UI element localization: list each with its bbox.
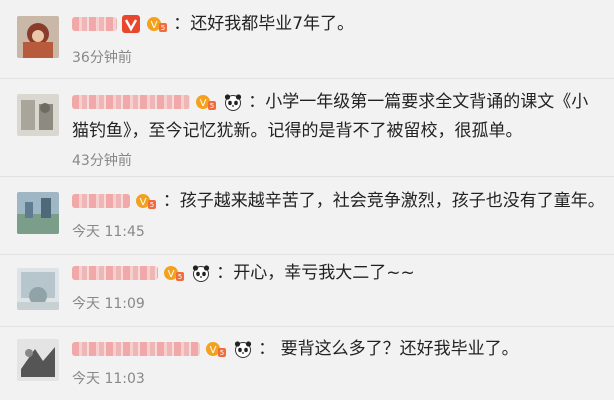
- svg-text:5: 5: [220, 349, 224, 357]
- svg-text:5: 5: [210, 102, 214, 110]
- comment-item: V5 ：小学一年级第一篇要求全文背诵的课文《小猫钓鱼》，至今记忆犹新。记得的是背…: [0, 79, 614, 177]
- username-blurred[interactable]: [72, 342, 200, 356]
- panda-icon: [233, 340, 253, 358]
- comment-text: ：还好我都毕业7年了。: [173, 14, 355, 34]
- vip-level-icon: V5: [205, 339, 227, 359]
- vip-level-icon: V5: [195, 92, 217, 112]
- avatar[interactable]: [17, 192, 59, 234]
- vip-level-icon: V5: [135, 191, 157, 211]
- avatar[interactable]: [17, 94, 59, 136]
- username-blurred[interactable]: [72, 95, 190, 109]
- comment-item: V5 ：还好我都毕业7年了。 36分钟前: [0, 0, 614, 79]
- avatar-image: [17, 268, 59, 310]
- timestamp: 今天 11:09: [72, 296, 145, 312]
- vip-level-icon: V5: [163, 263, 185, 283]
- avatar-image: [17, 192, 59, 234]
- svg-text:5: 5: [150, 201, 154, 209]
- comment-item: V5 ：孩子越来越辛苦了，社会竞争激烈，孩子也没有了童年。 今天 11:45: [0, 177, 614, 255]
- avatar-image: [17, 94, 59, 136]
- username-blurred[interactable]: [72, 194, 130, 208]
- comment-list: V5 ：还好我都毕业7年了。 36分钟前 V5 ：小学一年级第一篇要求全文背诵的…: [0, 0, 614, 400]
- timestamp: 43分钟前: [72, 153, 132, 169]
- vip-level-icon: V5: [146, 14, 168, 34]
- panda-icon: [191, 264, 211, 282]
- svg-text:V: V: [150, 20, 157, 31]
- timestamp: 今天 11:03: [72, 371, 145, 387]
- svg-text:5: 5: [178, 273, 182, 281]
- avatar-image: [17, 339, 59, 381]
- comment-item: V5 ： 要背这么多了？还好我毕业了。 今天 11:03: [0, 327, 614, 400]
- timestamp: 36分钟前: [72, 50, 132, 66]
- username-blurred[interactable]: [72, 266, 158, 280]
- panda-icon: [223, 93, 243, 111]
- comment-text: ： 要背这么多了？还好我毕业了。: [258, 339, 519, 359]
- comment-text: ：开心，幸亏我大二了~~: [216, 263, 415, 283]
- svg-text:5: 5: [161, 24, 165, 32]
- username-blurred[interactable]: [72, 17, 117, 31]
- svg-text:V: V: [200, 98, 207, 109]
- avatar-image: [17, 16, 59, 58]
- avatar[interactable]: [17, 16, 59, 58]
- svg-text:V: V: [210, 345, 217, 356]
- comment-item: V5 ：开心，幸亏我大二了~~ 今天 11:09: [0, 255, 614, 327]
- avatar[interactable]: [17, 339, 59, 381]
- comment-text: ：孩子越来越辛苦了，社会竞争激烈，孩子也没有了童年。: [162, 191, 605, 211]
- verified-v-icon: [122, 15, 141, 33]
- avatar[interactable]: [17, 268, 59, 310]
- svg-text:V: V: [168, 269, 175, 280]
- timestamp: 今天 11:45: [72, 224, 145, 240]
- svg-text:V: V: [140, 197, 147, 208]
